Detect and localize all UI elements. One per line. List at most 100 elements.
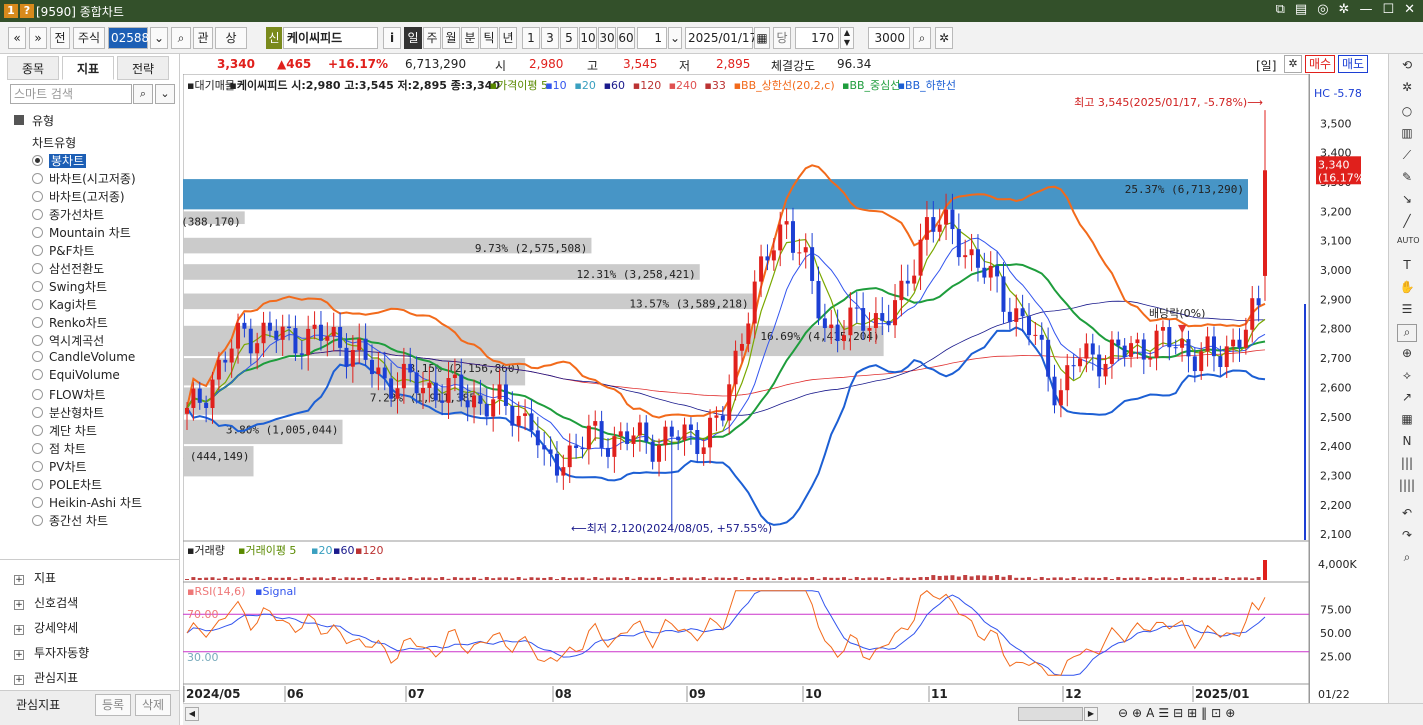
scroll-thumb[interactable]	[1018, 707, 1083, 721]
period-day[interactable]: 일	[404, 27, 422, 49]
radio-icon[interactable]	[32, 425, 43, 436]
maximize-icon[interactable]: ☐	[1382, 2, 1394, 17]
chart-type-item[interactable]: Mountain 차트	[32, 224, 131, 241]
buy-button[interactable]: 매수	[1305, 55, 1336, 73]
nav-prev-button[interactable]: «	[8, 27, 26, 49]
unit-input[interactable]: 1	[637, 27, 667, 49]
line-tool-icon[interactable]: ⟋	[1397, 148, 1417, 166]
code-dropdown-icon[interactable]: ⌄	[150, 27, 168, 49]
chart-type-item[interactable]: 점 차트	[32, 440, 86, 457]
period-week[interactable]: 주	[423, 27, 441, 49]
help-icon[interactable]: ?	[20, 4, 34, 18]
radio-icon[interactable]	[32, 335, 43, 346]
redo-icon[interactable]: ↷	[1397, 528, 1417, 546]
search-icon[interactable]: ⌕	[171, 27, 191, 49]
tab-indicator[interactable]: 지표	[62, 56, 114, 80]
radio-icon[interactable]	[32, 389, 43, 400]
radio-icon[interactable]	[32, 351, 43, 362]
undo-icon[interactable]: ↶	[1397, 506, 1417, 524]
interval-3[interactable]: 3	[541, 27, 559, 49]
chart-type-item[interactable]: EquiVolume	[32, 368, 120, 382]
chart-type-item[interactable]: 종가선차트	[32, 206, 104, 223]
circle-icon[interactable]: ○	[1397, 104, 1417, 122]
zoom-icon[interactable]: ⌕	[913, 27, 931, 49]
interval-5[interactable]: 5	[560, 27, 578, 49]
camera-icon[interactable]: ◎	[1317, 2, 1328, 17]
section-watch[interactable]: + 관심지표	[14, 669, 78, 686]
zoom-cursor-icon[interactable]: ⌕	[1397, 324, 1417, 342]
radio-icon[interactable]	[32, 281, 43, 292]
sang-button[interactable]: 상	[215, 27, 247, 49]
radio-icon[interactable]	[32, 497, 43, 508]
refresh-icon[interactable]: ⟲	[1397, 58, 1417, 76]
bars-icon[interactable]: |||	[1397, 456, 1417, 474]
chart-type-item[interactable]: PV차트	[32, 458, 87, 475]
unit-dropdown-icon[interactable]: ⌄	[668, 27, 682, 49]
sell-button[interactable]: 매도	[1338, 55, 1369, 73]
period-month[interactable]: 월	[442, 27, 460, 49]
price-chart[interactable]: 25.37% (6,713,290) 1.47% (388,170) 9.73% (…	[183, 74, 1309, 714]
chart-type-item[interactable]: Kagi차트	[32, 296, 97, 313]
chart-type-item[interactable]: Swing차트	[32, 278, 107, 295]
date-input[interactable]: 2025/01/17	[685, 27, 757, 49]
chart-type-item[interactable]: 종간선 차트	[32, 512, 108, 529]
radio-icon[interactable]	[32, 209, 43, 220]
chart-icon[interactable]: ▥	[1397, 126, 1417, 144]
chart-type-item[interactable]: 바차트(고저종)	[32, 188, 125, 205]
period-year[interactable]: 년	[499, 27, 517, 49]
print-icon[interactable]: ▤	[1295, 2, 1307, 17]
zoom-out-icon[interactable]: ⌕	[1397, 550, 1417, 568]
chart-type-item[interactable]: 삼선전환도	[32, 260, 104, 277]
n-pattern-icon[interactable]: N	[1397, 434, 1417, 452]
dang-button[interactable]: 당	[773, 27, 791, 49]
radio-icon[interactable]	[32, 407, 43, 418]
chart-type-item[interactable]: 역시계곡선	[32, 332, 104, 349]
radio-icon[interactable]	[32, 191, 43, 202]
interval-60[interactable]: 60	[617, 27, 635, 49]
grid-icon[interactable]: ▦	[1397, 412, 1417, 430]
chart-type-item[interactable]: 봉차트	[32, 152, 87, 169]
calendar-icon[interactable]: ▦	[754, 27, 770, 49]
playback-controls[interactable]: ⊖⊕A☰⊟⊞‖⊡⊕	[1118, 706, 1239, 720]
zoom-in-icon[interactable]: ⊕	[1397, 346, 1417, 364]
period-minute[interactable]: 분	[461, 27, 479, 49]
type-header[interactable]: 유형	[14, 112, 54, 129]
scroll-right-icon[interactable]: ▶	[1084, 707, 1098, 721]
chart-type-item[interactable]: 계단 차트	[32, 422, 97, 439]
chart-type-item[interactable]: 분산형차트	[32, 404, 104, 421]
radio-icon[interactable]	[32, 515, 43, 526]
radio-icon[interactable]	[32, 299, 43, 310]
radio-icon[interactable]	[32, 227, 43, 238]
delete-button[interactable]: 삭제	[135, 694, 171, 716]
nav-next-button[interactable]: »	[29, 27, 47, 49]
info-button[interactable]: i	[383, 27, 401, 49]
search-icon[interactable]: ⌕	[133, 84, 153, 104]
tab-stock[interactable]: 종목	[7, 56, 59, 80]
radio-icon[interactable]	[32, 245, 43, 256]
gear-icon[interactable]: ✲	[1397, 80, 1417, 98]
chart-type-item[interactable]: FLOW차트	[32, 386, 106, 403]
radio-icon[interactable]	[32, 479, 43, 490]
radio-icon[interactable]	[32, 443, 43, 454]
interval-30[interactable]: 30	[598, 27, 616, 49]
hand-icon[interactable]: ✋	[1397, 280, 1417, 298]
chart-type-item[interactable]: 바차트(시고저종)	[32, 170, 136, 187]
chevron-down-icon[interactable]: ⌄	[155, 84, 175, 104]
section-strength[interactable]: + 강세약세	[14, 619, 78, 636]
pen-icon[interactable]: ✎	[1397, 170, 1417, 188]
text-icon[interactable]: T	[1397, 258, 1417, 276]
chart-type-item[interactable]: Renko차트	[32, 314, 108, 331]
radio-icon[interactable]	[32, 369, 43, 380]
chart-type-item[interactable]: Heikin-Ashi 차트	[32, 494, 142, 511]
radio-icon[interactable]	[32, 155, 43, 166]
gwan-button[interactable]: 관	[193, 27, 213, 49]
scroll-left-icon[interactable]: ◀	[185, 707, 199, 721]
section-investor[interactable]: + 투자자동향	[14, 644, 89, 661]
market-select[interactable]: 주식	[73, 27, 105, 49]
radio-icon[interactable]	[32, 461, 43, 472]
auto-icon[interactable]: AUTO	[1397, 236, 1420, 254]
close-icon[interactable]: ✕	[1404, 2, 1415, 17]
interval-1[interactable]: 1	[522, 27, 540, 49]
link-icon[interactable]: ⧉	[1276, 2, 1285, 17]
smart-search-input[interactable]: 스마트 검색	[10, 84, 132, 104]
